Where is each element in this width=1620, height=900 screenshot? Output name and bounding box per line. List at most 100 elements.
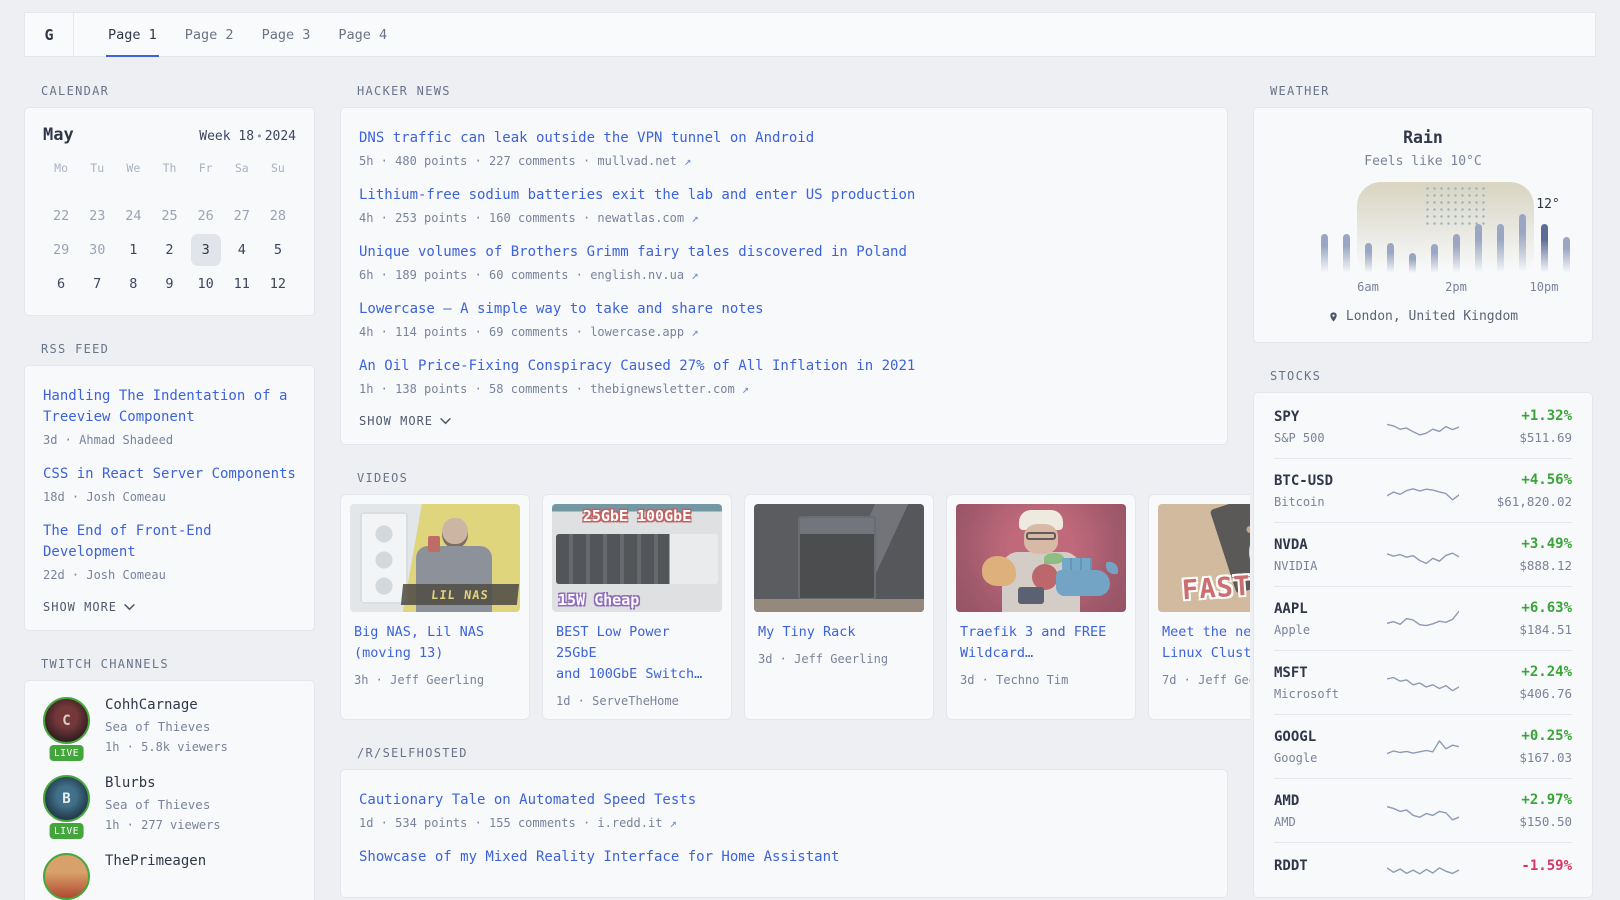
rss-item-title[interactable]: The End of Front-End Development [43,521,296,563]
stock-row[interactable]: SPY S&P 500 +1.32% $511.69 [1274,395,1572,458]
video-meta: 3d · Jeff Geerling [758,652,920,666]
weather-widget: WEATHER Rain Feels like 10°C 12° 6am2pm1… [1253,84,1593,343]
calendar-day: 7 [82,268,112,300]
calendar-day-grid: 222324252627282930123456789101112 [43,199,296,301]
calendar-day: 4 [227,234,257,266]
hn-item: Unique volumes of Brothers Grimm fairy t… [359,242,1209,282]
video-title[interactable]: BEST Low Power 25GbE and 100GbE Switch… [556,622,718,685]
tab-page-3[interactable]: Page 3 [248,13,325,56]
weather-bar [1431,244,1438,274]
stock-symbol: AMD [1274,793,1378,809]
stock-symbol: MSFT [1274,665,1378,681]
video-title[interactable]: My Tiny Rack [758,622,920,643]
thumbnail-text: 25GbE 100GbE [552,507,722,525]
rss-show-more-button[interactable]: SHOW MORE [43,600,296,614]
stock-price: $406.76 [1468,686,1572,701]
weather-bar [1321,234,1328,274]
external-link-icon[interactable]: ↗ [670,816,677,830]
stock-name: NVIDIA [1274,559,1378,573]
stock-row[interactable]: AAPL Apple +6.63% $184.51 [1274,586,1572,650]
stock-price: $511.69 [1468,430,1572,445]
hn-item-title[interactable]: DNS traffic can leak outside the VPN tun… [359,128,1209,149]
stock-change: +2.24% [1468,664,1572,680]
stock-change: +0.25% [1468,728,1572,744]
page-tabs: Page 1 Page 2 Page 3 Page 4 [94,13,401,56]
selfhosted-widget: /R/SELFHOSTED Cautionary Tale on Automat… [340,746,1228,898]
hn-item: DNS traffic can leak outside the VPN tun… [359,128,1209,168]
twitch-channel-game: Sea of Thieves [105,797,221,812]
hn-item-title[interactable]: An Oil Price-Fixing Conspiracy Caused 27… [359,356,1209,377]
video-thumbnail[interactable] [956,504,1126,612]
tab-page-1[interactable]: Page 1 [94,13,171,56]
dot-separator: • [254,130,265,143]
external-link-icon[interactable]: ↗ [742,382,749,396]
stock-row[interactable]: BTC-USD Bitcoin +4.56% $61,820.02 [1274,458,1572,522]
external-link-icon[interactable]: ↗ [691,268,698,282]
video-thumbnail[interactable]: LIL NAS [350,504,520,612]
video-thumbnail[interactable] [754,504,924,612]
avatar[interactable]: B [43,775,90,822]
external-link-icon[interactable]: ↗ [684,154,691,168]
rss-item-meta: 18d · Josh Comeau [43,490,296,504]
app-logo[interactable]: G [25,13,74,56]
calendar-day: 30 [82,234,112,266]
hn-item-title[interactable]: Unique volumes of Brothers Grimm fairy t… [359,242,1209,263]
videos-section-title: VIDEOS [357,471,1228,485]
weather-bar [1387,243,1394,274]
hn-item-meta: 5h · 480 points · 227 comments · mullvad… [359,154,677,168]
twitch-channel-name[interactable]: CohhCarnage [105,697,228,713]
weather-bar [1453,234,1460,274]
hn-show-more-button[interactable]: SHOW MORE [359,414,1209,428]
video-thumbnail[interactable]: FAST [1158,504,1250,612]
hn-item-meta: 6h · 189 points · 60 comments · english.… [359,268,684,282]
weather-bar [1541,224,1548,274]
stock-sparkline [1378,734,1468,760]
video-card: Traefik 3 and FREE Wildcard… 3d · Techno… [946,494,1136,720]
stock-row[interactable]: AMD AMD +2.97% $150.50 [1274,778,1572,842]
stock-sparkline [1378,798,1468,824]
hn-item-meta: 1h · 138 points · 58 comments · thebigne… [359,382,735,396]
rss-item-meta: 22d · Josh Comeau [43,568,296,582]
calendar-weekday-row: Mo Tu We Th Fr Sa Su [43,161,296,183]
stock-name: S&P 500 [1274,431,1378,445]
video-meta: 1d · ServeTheHome [556,694,718,708]
video-title[interactable]: Traefik 3 and FREE Wildcard… [960,622,1122,664]
weather-axis-label: 10pm [1530,280,1559,294]
rss-section-title: RSS FEED [41,342,315,356]
reddit-item-title[interactable]: Cautionary Tale on Automated Speed Tests [359,790,1209,811]
video-title[interactable]: Meet the new Linux Cluster… [1162,622,1250,664]
hn-item-title[interactable]: Lithium-free sodium batteries exit the l… [359,185,1209,206]
stock-change: +1.32% [1468,408,1572,424]
tab-page-4[interactable]: Page 4 [324,13,401,56]
calendar-month: May [43,125,74,145]
twitch-channel-name[interactable]: Blurbs [105,775,221,791]
calendar-day: 1 [118,234,148,266]
calendar-day: 10 [191,268,221,300]
rss-item-title[interactable]: Handling The Indentation of a Treeview C… [43,386,296,428]
tab-page-2[interactable]: Page 2 [171,13,248,56]
location-pin-icon [1328,310,1339,324]
stock-name: Bitcoin [1274,495,1378,509]
rss-item-title[interactable]: CSS in React Server Components [43,464,296,485]
stock-change: +6.63% [1468,600,1572,616]
video-title[interactable]: Big NAS, Lil NAS (moving 13) [354,622,516,664]
avatar[interactable]: C [43,697,90,744]
video-thumbnail[interactable]: 25GbE 100GbE 15W Cheap [552,504,722,612]
external-link-icon[interactable]: ↗ [691,325,698,339]
stock-row[interactable]: GOOGL Google +0.25% $167.03 [1274,714,1572,778]
external-link-icon[interactable]: ↗ [691,211,698,225]
hn-item: Lithium-free sodium batteries exit the l… [359,185,1209,225]
stock-row[interactable]: NVDA NVIDIA +3.49% $888.12 [1274,522,1572,586]
twitch-channel-name[interactable]: ThePrimeagen [105,853,206,869]
twitch-channel-row: B LIVE Blurbs Sea of Thieves 1h · 277 vi… [43,775,296,832]
calendar-widget: CALENDAR May Week 18•2024 Mo Tu We Th Fr… [24,84,315,316]
avatar[interactable] [43,853,90,900]
hn-item-title[interactable]: Lowercase – A simple way to take and sha… [359,299,1209,320]
calendar-week: Week 18•2024 [199,129,296,144]
stock-change: +4.56% [1468,472,1572,488]
calendar-day: 24 [118,200,148,232]
weather-bar [1475,224,1482,274]
stock-row[interactable]: RDDT -1.59% [1274,842,1572,895]
stock-row[interactable]: MSFT Microsoft +2.24% $406.76 [1274,650,1572,714]
reddit-item-title[interactable]: Showcase of my Mixed Reality Interface f… [359,847,1209,868]
